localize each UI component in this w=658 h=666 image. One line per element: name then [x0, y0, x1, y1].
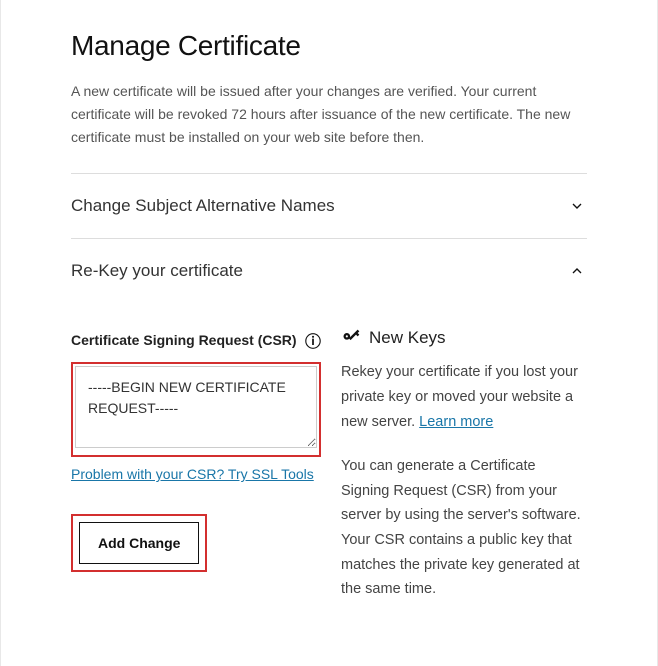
csr-textarea[interactable] — [75, 366, 317, 448]
accordion-rekey-title: Re-Key your certificate — [71, 261, 243, 281]
rekey-content: Certificate Signing Request (CSR) ⓘ Prob… — [71, 303, 587, 622]
csr-label-row: Certificate Signing Request (CSR) ⓘ — [71, 328, 321, 352]
learn-more-link[interactable]: Learn more — [419, 414, 493, 430]
add-change-highlight: Add Change — [71, 514, 207, 572]
csr-help-link[interactable]: Problem with your CSR? Try SSL Tools — [71, 463, 321, 485]
chevron-up-icon — [567, 261, 587, 281]
chevron-down-icon — [567, 196, 587, 216]
accordion-change-san[interactable]: Change Subject Alternative Names — [71, 174, 587, 238]
add-change-button[interactable]: Add Change — [79, 522, 199, 564]
csr-label: Certificate Signing Request (CSR) — [71, 332, 297, 348]
csr-textarea-highlight — [71, 362, 321, 457]
new-keys-paragraph2: You can generate a Certificate Signing R… — [341, 454, 587, 602]
new-keys-header: New Keys — [341, 328, 587, 348]
page-description: A new certificate will be issued after y… — [71, 80, 587, 149]
info-icon[interactable]: ⓘ — [305, 328, 321, 352]
page-title: Manage Certificate — [71, 30, 587, 62]
new-keys-title: New Keys — [369, 328, 446, 348]
accordion-san-title: Change Subject Alternative Names — [71, 196, 335, 216]
manage-certificate-panel: Manage Certificate A new certificate wil… — [0, 0, 658, 666]
keys-icon — [341, 328, 361, 348]
accordion-rekey[interactable]: Re-Key your certificate — [71, 239, 587, 303]
new-keys-column: New Keys Rekey your certificate if you l… — [341, 328, 587, 622]
csr-column: Certificate Signing Request (CSR) ⓘ Prob… — [71, 328, 321, 622]
new-keys-paragraph1: Rekey your certificate if you lost your … — [341, 360, 587, 434]
